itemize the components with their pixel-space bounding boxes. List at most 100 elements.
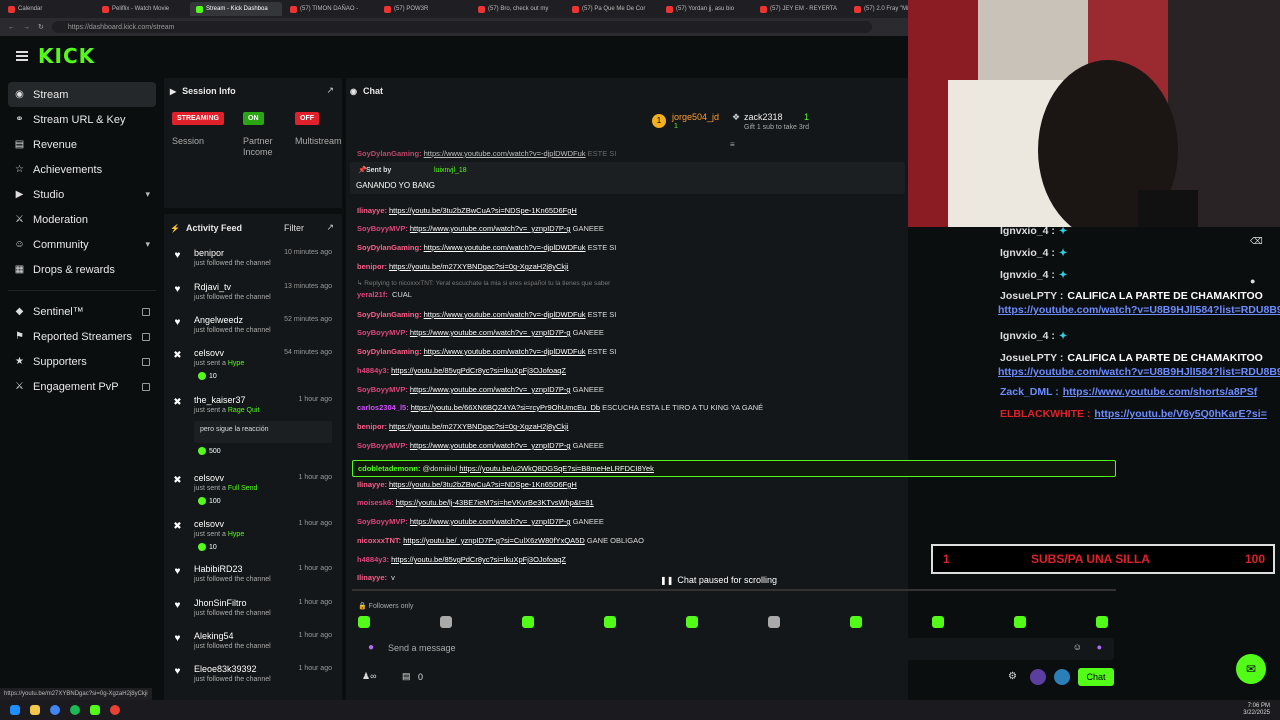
viewers-icon[interactable]: ♟∞: [362, 671, 376, 682]
chrome-icon[interactable]: [110, 705, 120, 715]
emote-icon[interactable]: [768, 616, 780, 628]
chat-username[interactable]: h4884y3:: [357, 366, 389, 375]
chat-paused-banner[interactable]: ❚❚ Chat paused for scrolling: [660, 573, 810, 587]
chat-username[interactable]: h4884y3:: [357, 555, 389, 564]
activity-username[interactable]: Aleking54: [194, 631, 234, 641]
chat-username[interactable]: carlos2304_l5:: [357, 403, 409, 412]
file-explorer-icon[interactable]: [30, 705, 40, 715]
support-chat-button[interactable]: ✉: [1236, 654, 1266, 684]
browser-tab[interactable]: (57) Bro, check out my: [472, 2, 564, 16]
popout-icon[interactable]: ↗: [326, 85, 334, 96]
browser-icon[interactable]: [50, 705, 60, 715]
ffz-icon[interactable]: [1054, 669, 1070, 685]
activity-username[interactable]: Rdjavi_tv: [194, 282, 231, 292]
gear-icon[interactable]: ⚙: [1008, 671, 1017, 682]
activity-username[interactable]: HabibiRD23: [194, 564, 243, 574]
chat-link[interactable]: https://youtu.be/u2WkQ8DGSqE?si=B8meHeLR…: [459, 464, 654, 473]
lock-icon[interactable]: ▤: [402, 671, 411, 682]
chat-link[interactable]: https://youtu.be/lj-43BE7ieM?si=heVKvrBe…: [396, 498, 594, 507]
chat-username[interactable]: SoyDylanGaming:: [357, 243, 422, 252]
sidebar-item-community[interactable]: ☺ Community ▾: [8, 232, 156, 257]
browser-tab[interactable]: (57) Pa Que Me De Cor: [566, 2, 658, 16]
chat-username[interactable]: nicoxxxTNT:: [357, 536, 401, 545]
pinned-user[interactable]: luixnvjl_18: [434, 167, 467, 174]
chat-username[interactable]: SoyBoyyMVP:: [357, 224, 408, 233]
emote-icon[interactable]: [1096, 616, 1108, 628]
chat-link[interactable]: https://www.youtube.com/watch?v=_yznpID7…: [410, 385, 571, 394]
sidebar-ext-supporters[interactable]: ★ Supporters: [8, 349, 156, 374]
sidebar-item-studio[interactable]: ▶ Studio ▾: [8, 182, 156, 207]
7tv-icon[interactable]: [1030, 669, 1046, 685]
sidebar-item-drops-rewards[interactable]: ▦ Drops & rewards: [8, 257, 156, 282]
activity-username[interactable]: celsovv: [194, 473, 224, 483]
chat-username[interactable]: yeral21f:: [357, 290, 388, 299]
reload-icon[interactable]: ↻: [38, 23, 44, 31]
kick-logo[interactable]: KICK: [38, 44, 95, 68]
chat-username[interactable]: SoyBoyyMVP:: [357, 328, 408, 337]
windows-start-icon[interactable]: [10, 705, 20, 715]
chat-username[interactable]: SoyBoyyMVP:: [357, 517, 408, 526]
chat-link[interactable]: https://youtu.be/m27XYBNDgac?si=0g-XgzaH…: [389, 422, 568, 431]
emote-icon[interactable]: [358, 616, 370, 628]
chat-link[interactable]: https://youtu.be/m27XYBNDgac?si=0g-XgzaH…: [389, 262, 568, 271]
url-field[interactable]: https://dashboard.kick.com/stream: [51, 21, 872, 33]
chat-username[interactable]: SoyDylanGaming:: [357, 149, 422, 158]
mic-icon[interactable]: ●: [368, 642, 374, 653]
browser-tab[interactable]: Calendar: [2, 2, 94, 16]
activity-username[interactable]: celsovv: [194, 519, 224, 529]
chat-username[interactable]: Ilinayye:: [357, 206, 387, 215]
chat-input[interactable]: Send a message: [388, 643, 456, 653]
chat-link[interactable]: https://www.youtube.com/watch?v=-djplDWD…: [424, 310, 586, 319]
chat-username[interactable]: SoyBoyyMVP:: [357, 441, 408, 450]
chat-link[interactable]: https://youtu.be/3tu2bZBwCuA?si=NDSpe-1K…: [389, 480, 577, 489]
top-gifter-2[interactable]: zack2318: [744, 112, 783, 122]
emote-icon[interactable]: [686, 616, 698, 628]
menu-icon[interactable]: [16, 51, 28, 61]
sidebar-ext-reported-streamers[interactable]: ⚑ Reported Streamers: [8, 324, 156, 349]
chat-link[interactable]: https://youtu.be/85vgPdCr8yc?si=IkuXpFj3…: [391, 366, 566, 375]
sidebar-ext-engagement-pvp[interactable]: ⚔ Engagement PvP: [8, 374, 156, 399]
emote-icon[interactable]: [604, 616, 616, 628]
chat-link[interactable]: https://youtu.be/66XN6BQZ4YA?si=rcyPr9Oh…: [411, 403, 600, 412]
emote-icon[interactable]: [440, 616, 452, 628]
emoji-icon[interactable]: ☺: [1073, 642, 1082, 652]
pin-icon[interactable]: ●: [1250, 276, 1255, 286]
emote-icon[interactable]: [522, 616, 534, 628]
sidebar-item-achievements[interactable]: ☆ Achievements: [8, 157, 156, 182]
sidebar-item-revenue[interactable]: ▤ Revenue: [8, 132, 156, 157]
chat-link[interactable]: https://youtu.be/_yznpID7P-g?si=CulX6zW8…: [403, 536, 585, 545]
kick-app-icon[interactable]: [90, 705, 100, 715]
chat-link[interactable]: https://youtu.be/3tu2bZBwCuA?si=NDSpe-1K…: [389, 206, 577, 215]
emote-icon[interactable]: [932, 616, 944, 628]
trash-icon[interactable]: ⌫: [1250, 236, 1263, 247]
chat-username[interactable]: SoyDylanGaming:: [357, 310, 422, 319]
activity-username[interactable]: Angelweedz: [194, 315, 243, 325]
chat-username[interactable]: benipor:: [357, 262, 387, 271]
chat-send-button[interactable]: Chat: [1078, 668, 1114, 686]
chat-link[interactable]: https://www.youtube.com/watch?v=-djplDWD…: [424, 149, 586, 158]
activity-username[interactable]: JhonSinFiltro: [194, 598, 247, 608]
chat-link[interactable]: https://www.youtube.com/watch?v=_yznpID7…: [410, 517, 571, 526]
browser-tab[interactable]: Peliflix - Watch Movie: [96, 2, 188, 16]
back-icon[interactable]: ←: [8, 24, 15, 31]
emote-icon[interactable]: [1014, 616, 1026, 628]
chat-username[interactable]: SoyBoyyMVP:: [357, 385, 408, 394]
sidebar-ext-sentinel[interactable]: ◆ Sentinel™: [8, 299, 156, 324]
chat-link[interactable]: https://www.youtube.com/watch?v=_yznpID7…: [410, 328, 571, 337]
activity-username[interactable]: the_kaiser37: [194, 395, 246, 405]
chat-username[interactable]: benipor:: [357, 422, 387, 431]
chat-link[interactable]: https://www.youtube.com/watch?v=_yznpID7…: [410, 224, 571, 233]
forward-icon[interactable]: →: [23, 24, 30, 31]
chat-username[interactable]: cdobletademonn:: [358, 464, 421, 473]
chat-username[interactable]: Ilinayye:: [357, 573, 387, 582]
top-gifter-1[interactable]: jorge504_jd: [672, 112, 719, 122]
browser-tab[interactable]: Stream - Kick Dashboa: [190, 2, 282, 16]
chat-link[interactable]: https://youtu.be/85vgPdCr8yc?si=IkuXpFj3…: [391, 555, 566, 564]
chat-username[interactable]: moisesk6:: [357, 498, 394, 507]
chevron-down-icon[interactable]: ≡: [730, 140, 735, 149]
chat-username[interactable]: SoyDylanGaming:: [357, 347, 422, 356]
chat-link[interactable]: https://www.youtube.com/watch?v=-djplDWD…: [424, 347, 586, 356]
chat-username[interactable]: Ilinayye:: [357, 480, 387, 489]
activity-username[interactable]: celsovv: [194, 348, 224, 358]
kick-emote-icon[interactable]: ●: [1097, 642, 1102, 652]
